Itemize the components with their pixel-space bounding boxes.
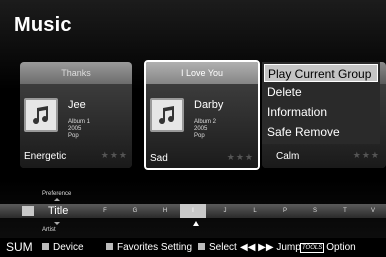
album-card-thanks[interactable]: Thanks Jee Album 1 2005 Pop Energetic ★★…	[20, 62, 132, 168]
sort-option-below[interactable]: Artist	[42, 227, 56, 233]
arrow-down-icon[interactable]	[54, 222, 60, 225]
album-card-i-love-you[interactable]: I Love You Darby Album 2 2005 Pop Sad ★★…	[144, 60, 260, 170]
index-letter[interactable]: F	[92, 204, 118, 218]
sort-option-above[interactable]: Preference	[42, 191, 71, 197]
album-meta: Album 1 2005 Pop	[68, 119, 91, 139]
music-note-icon	[24, 98, 58, 132]
index-letter-current[interactable]: I	[180, 204, 206, 218]
index-letter[interactable]: J	[212, 204, 238, 218]
menu-item-delete[interactable]: Delete	[264, 83, 378, 101]
music-screen: Music Thanks Jee Album 1 2005 Pop Energe…	[0, 0, 386, 257]
arrow-up-icon[interactable]	[54, 198, 60, 201]
index-cursor-icon	[193, 221, 199, 226]
rating-stars: ★★★	[226, 152, 254, 162]
index-letter[interactable]: T	[332, 204, 358, 218]
menu-item-play-current-group[interactable]: Play Current Group	[264, 64, 378, 82]
rating-stars: ★★★	[100, 150, 128, 160]
legend-jump[interactable]: ◀◀ ▶▶ Jump	[240, 238, 301, 257]
legend-device[interactable]: Device	[42, 238, 84, 257]
tools-context-menu: Play Current Group Delete Information Sa…	[262, 62, 380, 144]
page-title: Music	[14, 14, 72, 36]
menu-item-information[interactable]: Information	[264, 103, 378, 121]
artist-name: Jee	[68, 99, 86, 111]
mood-label: Calm	[276, 151, 300, 162]
sort-current[interactable]: Title	[48, 204, 68, 218]
index-letter[interactable]: V	[360, 204, 386, 218]
music-note-icon	[150, 98, 184, 132]
index-bar: Title F G H I J L P S T V	[0, 204, 386, 218]
song-title: I Love You	[146, 62, 258, 84]
legend-option[interactable]: TOOLS Option	[300, 238, 356, 257]
album-meta: Album 2 2005 Pop	[194, 119, 217, 139]
red-button-icon	[42, 243, 49, 250]
index-letter[interactable]: P	[272, 204, 298, 218]
button-legend: SUM Device Favorites Setting Select ◀◀ ▶…	[0, 238, 386, 257]
index-letter[interactable]: G	[122, 204, 148, 218]
rating-stars: ★★★	[352, 150, 380, 160]
sum-label: SUM	[6, 240, 33, 254]
mood-label: Sad	[150, 153, 168, 164]
mood-label: Energetic	[24, 151, 67, 162]
index-letter[interactable]: S	[302, 204, 328, 218]
song-title: Thanks	[20, 62, 132, 84]
menu-item-safe-remove[interactable]: Safe Remove	[264, 123, 378, 141]
index-letter[interactable]: L	[242, 204, 268, 218]
sort-icon	[22, 206, 34, 216]
index-letter[interactable]: H	[152, 204, 178, 218]
yellow-button-icon	[198, 243, 205, 250]
artist-name: Darby	[194, 99, 224, 111]
tools-button-icon: TOOLS	[300, 243, 325, 253]
green-button-icon	[106, 243, 113, 250]
legend-favorites-setting[interactable]: Favorites Setting	[106, 238, 192, 257]
legend-select[interactable]: Select	[198, 238, 237, 257]
